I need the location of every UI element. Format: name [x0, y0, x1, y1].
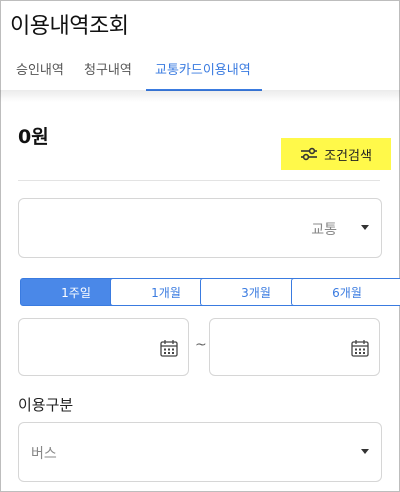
chevron-down-icon — [361, 225, 369, 230]
usage-type-select[interactable]: 버스 — [18, 422, 382, 482]
total-amount: 0원 — [18, 126, 49, 148]
condition-search-label: 조건검색 — [324, 148, 372, 164]
tab-billing-history[interactable]: 청구내역 — [84, 60, 132, 90]
tab-bar: 승인내역 청구내역 교통카드이용내역 — [0, 60, 400, 94]
card-type-select[interactable]: 교통 — [18, 198, 382, 258]
tab-approval-history[interactable]: 승인내역 — [16, 60, 64, 90]
start-date-field[interactable] — [18, 318, 189, 376]
sliders-icon — [300, 147, 318, 161]
condition-search-button[interactable]: 조건검색 — [281, 138, 391, 170]
section-divider — [18, 180, 380, 181]
calendar-icon[interactable] — [160, 339, 178, 361]
end-date-field[interactable] — [209, 318, 380, 376]
calendar-icon[interactable] — [351, 339, 369, 361]
page-title: 이용내역조회 — [10, 14, 129, 39]
date-range-separator: ~ — [195, 337, 207, 353]
usage-type-label: 이용구분 — [18, 396, 74, 414]
tab-bar-shadow — [0, 90, 400, 102]
tab-transit-card-history[interactable]: 교통카드이용내역 — [155, 60, 251, 90]
period-6month-button[interactable]: 6개월 — [291, 278, 400, 306]
usage-type-value: 버스 — [31, 446, 57, 462]
card-type-value: 교통 — [311, 222, 337, 238]
chevron-down-icon — [361, 449, 369, 454]
